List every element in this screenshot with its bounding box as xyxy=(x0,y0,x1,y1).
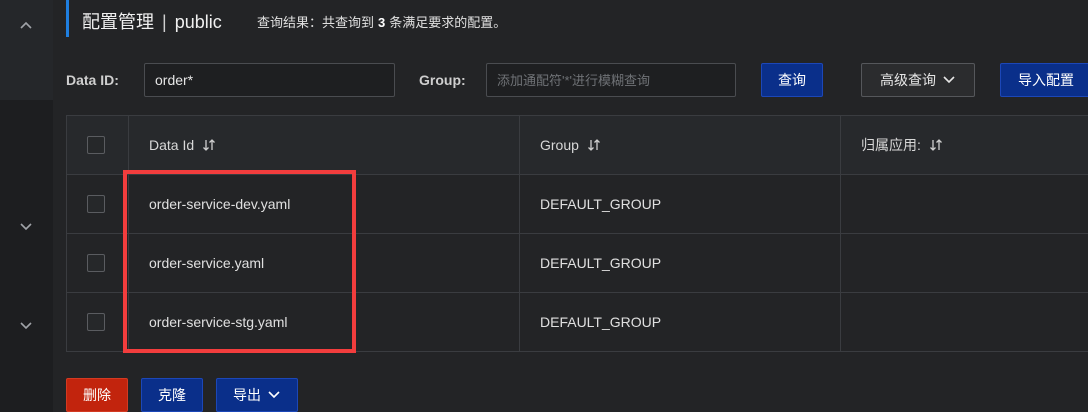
group-label: Group: xyxy=(419,72,466,88)
cell-app xyxy=(840,233,1088,293)
column-header-group[interactable]: Group xyxy=(519,115,841,175)
sidebar-section xyxy=(0,0,53,100)
row-select-cell xyxy=(66,292,129,352)
advanced-query-button[interactable]: 高级查询 xyxy=(861,63,975,97)
chevron-down-icon xyxy=(268,391,280,399)
column-header-app[interactable]: 归属应用: xyxy=(840,115,1088,175)
row-checkbox[interactable] xyxy=(87,254,105,272)
cell-dataid[interactable]: order-service.yaml xyxy=(128,233,520,293)
clone-button[interactable]: 克隆 xyxy=(141,378,203,412)
cell-app xyxy=(840,174,1088,234)
chevron-down-icon xyxy=(943,76,955,84)
title-separator: | xyxy=(162,12,167,32)
delete-button[interactable]: 删除 xyxy=(66,378,128,412)
table-row[interactable]: order-service-dev.yaml DEFAULT_GROUP xyxy=(66,174,1088,234)
cell-app xyxy=(840,292,1088,352)
export-label: 导出 xyxy=(233,387,261,403)
cell-group: DEFAULT_GROUP xyxy=(519,292,841,352)
sort-icon[interactable] xyxy=(202,138,216,152)
result-suffix: 条满足要求的配置。 xyxy=(389,15,507,30)
row-checkbox[interactable] xyxy=(87,313,105,331)
cell-group: DEFAULT_GROUP xyxy=(519,174,841,234)
advanced-query-label: 高级查询 xyxy=(880,72,936,88)
sidebar xyxy=(0,0,53,412)
chevron-up-icon[interactable] xyxy=(16,16,36,36)
cell-dataid[interactable]: order-service-dev.yaml xyxy=(128,174,520,234)
row-select-cell xyxy=(66,174,129,234)
page-title: 配置管理 | public xyxy=(82,8,222,34)
dataid-input[interactable] xyxy=(144,63,395,97)
main-content: 配置管理 | public 查询结果：共查询到 3 条满足要求的配置。 Data ID:… xyxy=(53,0,1088,412)
select-all-checkbox[interactable] xyxy=(87,136,105,154)
export-button[interactable]: 导出 xyxy=(216,378,298,412)
query-result-text: 查询结果：共查询到 3 条满足要求的配置。 xyxy=(257,12,506,31)
query-button[interactable]: 查询 xyxy=(761,63,823,97)
column-label: Data Id xyxy=(149,137,195,153)
cell-group: DEFAULT_GROUP xyxy=(519,233,841,293)
config-table: Data Id Group 归属应用: order-service-dev.ya… xyxy=(66,115,1088,352)
page-title-text: 配置管理 xyxy=(82,12,154,32)
cell-dataid[interactable]: order-service-stg.yaml xyxy=(128,292,520,352)
column-header-dataid[interactable]: Data Id xyxy=(128,115,520,175)
table-header-row: Data Id Group 归属应用: xyxy=(66,115,1088,175)
result-count: 3 xyxy=(378,15,386,30)
dataid-label: Data ID: xyxy=(66,72,119,88)
chevron-down-icon[interactable] xyxy=(16,216,36,236)
title-accent-bar xyxy=(66,0,69,37)
chevron-down-icon[interactable] xyxy=(16,315,36,335)
group-input[interactable] xyxy=(486,63,736,97)
table-row[interactable]: order-service.yaml DEFAULT_GROUP xyxy=(66,233,1088,293)
sort-icon[interactable] xyxy=(587,138,601,152)
sort-icon[interactable] xyxy=(929,138,943,152)
row-select-cell xyxy=(66,233,129,293)
column-label: 归属应用: xyxy=(861,137,921,153)
table-row[interactable]: order-service-stg.yaml DEFAULT_GROUP xyxy=(66,292,1088,352)
namespace-name: public xyxy=(174,12,222,32)
select-all-cell xyxy=(66,115,129,175)
result-prefix: 查询结果：共查询到 xyxy=(257,15,375,30)
row-checkbox[interactable] xyxy=(87,195,105,213)
import-config-button[interactable]: 导入配置 xyxy=(1000,63,1088,97)
column-label: Group xyxy=(540,137,579,153)
